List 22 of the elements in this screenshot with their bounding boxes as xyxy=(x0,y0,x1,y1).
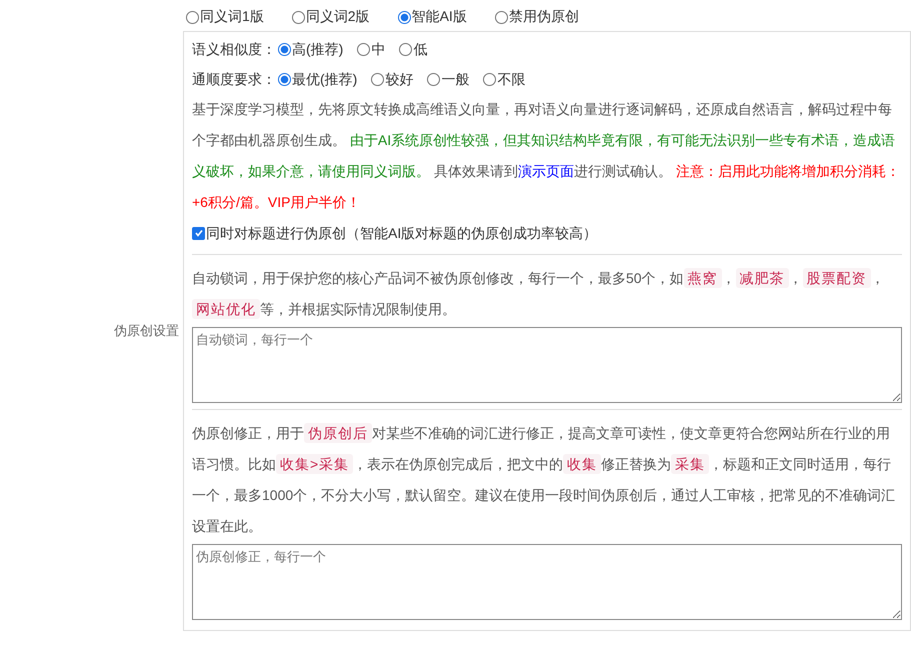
lock-words-description: 自动锁词，用于保护您的核心产品词不被伪原创修改，每行一个，最多50个，如 燕窝 ， 减肥茶 ， 股票配资 ， 网站优化 等，并根据实际情况限制使用。 xyxy=(192,267,886,321)
setting-label: 伪原创设置 xyxy=(114,322,179,340)
mode-radio[interactable]: 智能AI版 xyxy=(398,8,467,26)
option-radio[interactable]: 中 xyxy=(357,34,386,64)
mode-radio[interactable]: 同义词1版 xyxy=(186,8,264,26)
option-label: 通顺度要求： xyxy=(192,70,276,89)
option-radio[interactable]: 低 xyxy=(399,34,428,64)
option-radio[interactable]: 最优(推荐) xyxy=(278,64,358,94)
option-label: 语义相似度： xyxy=(192,40,276,59)
option-radio[interactable]: 一般 xyxy=(427,64,470,94)
demo-page-link[interactable]: 演示页面 xyxy=(518,163,574,179)
mode-radio[interactable]: 同义词2版 xyxy=(292,8,370,26)
correction-description: 伪原创修正，用于 伪原创后 对某些不准确的词汇进行修正，提高文章可读性，使文章更符合您网站所在行业的用语习惯。比如 收集>采集 ，表示在伪原创完成后，把文中的 收集 修正替换为 采集 ，标题和正文同时适用，每行一个，最多1000个，不分大小写，默认留空。建议在使用一段时间伪原创后，通过人工审核，把常见的不准确词汇设置在此。 xyxy=(192,422,896,536)
option-radio[interactable]: 较好 xyxy=(371,64,414,94)
check-icon xyxy=(194,228,204,238)
title-checkbox[interactable]: 同时对标题进行伪原创（智能AI版对标题的伪原创成功率较高） xyxy=(192,218,598,248)
correction-field[interactable]: 伪原创修正，每行一个 xyxy=(192,544,902,620)
lock-words-field[interactable]: 自动锁词，每行一个 xyxy=(192,327,902,403)
mode-radio[interactable]: 禁用伪原创 xyxy=(494,8,579,26)
option-radio[interactable]: 不限 xyxy=(483,64,526,94)
ai-description: 基于深度学习模型，先将原文转换成高维语义向量，再对语义向量进行逐词解码，还原成自然语言，解码过程中每个字都由机器原创生成。 由于AI系统原创性较强，但其知识结构毕竟有限，有可能无法识别一些专有术语，造成语义破坏，如果介意，请使用同义词版。 具体效果请到演示页面进行测试确认。 注意：启用此功能将增加积分消耗：+6积分/篇。VIP用户半价！ xyxy=(192,100,901,212)
option-radio[interactable]: 高(推荐) xyxy=(278,34,344,64)
